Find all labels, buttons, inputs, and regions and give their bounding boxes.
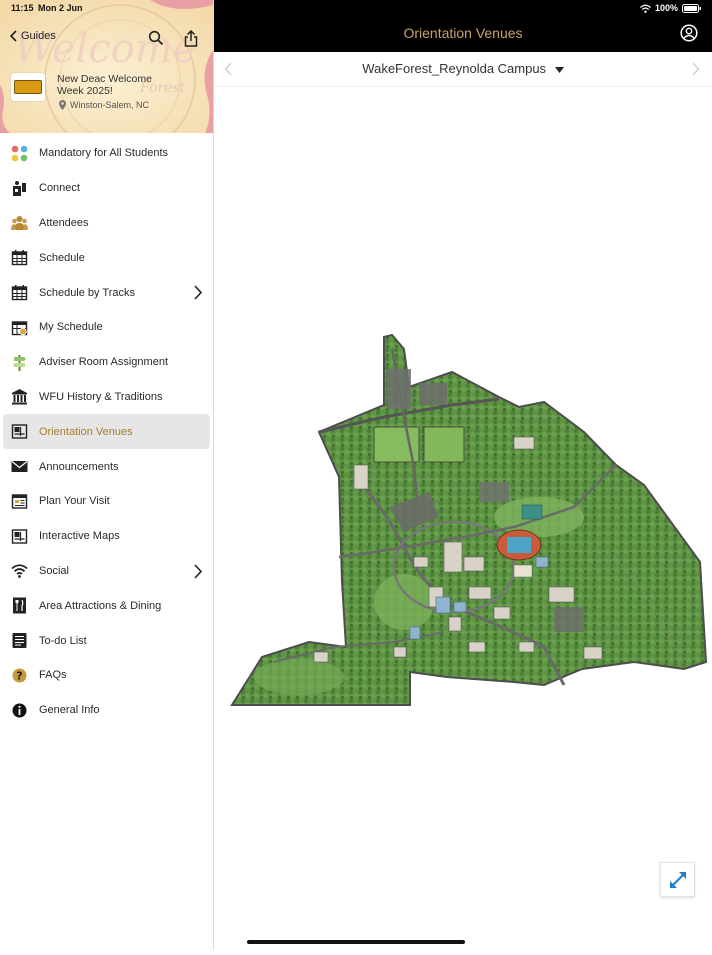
status-date: Mon 2 Jun bbox=[38, 3, 83, 13]
menu-item-label: Interactive Maps bbox=[39, 530, 120, 543]
building-icon bbox=[11, 388, 28, 405]
dots-icon bbox=[11, 145, 28, 162]
menu-item-connect[interactable]: Connect bbox=[0, 171, 213, 206]
dropdown-triangle-icon bbox=[554, 66, 564, 73]
wifi-status-icon bbox=[640, 4, 651, 13]
menu-item-mandatory[interactable]: Mandatory for All Students bbox=[0, 136, 213, 171]
battery-icon bbox=[682, 3, 701, 13]
map-view[interactable] bbox=[214, 87, 712, 950]
campus-dropdown[interactable]: WakeForest_Reynolda Campus bbox=[214, 61, 712, 76]
expand-icon bbox=[669, 871, 686, 888]
menu-item-label: General Info bbox=[39, 704, 100, 717]
question-icon: ? bbox=[11, 667, 28, 684]
menu-item-social[interactable]: Social bbox=[0, 554, 213, 589]
campus-map[interactable] bbox=[214, 87, 712, 950]
menu-item-orientation-venues[interactable]: Orientation Venues bbox=[3, 414, 210, 450]
campus-dropdown-value: WakeForest_Reynolda Campus bbox=[362, 61, 547, 76]
guide-banner: Welcome Forest 11:15 Mon 2 Jun Guides Ne… bbox=[0, 0, 213, 133]
search-button[interactable] bbox=[148, 30, 164, 51]
people-icon bbox=[11, 214, 28, 231]
status-indicators: 100% bbox=[640, 3, 702, 13]
menu-item-label: Adviser Room Assignment bbox=[39, 356, 168, 369]
menu-item-label: Mandatory for All Students bbox=[39, 147, 169, 160]
menu-item-label: Schedule by Tracks bbox=[39, 286, 135, 299]
calendar-icon bbox=[11, 249, 28, 266]
menu-item-label: Schedule bbox=[39, 251, 85, 264]
guide-menu: Mandatory for All Students Connect Atten… bbox=[0, 136, 213, 728]
menu-item-label: Area Attractions & Dining bbox=[39, 599, 162, 612]
menu-item-label: Social bbox=[39, 564, 69, 577]
chevron-right-icon bbox=[194, 285, 202, 300]
menu-item-adviser-room[interactable]: Adviser Room Assignment bbox=[0, 345, 213, 380]
menu-item-label: Announcements bbox=[39, 460, 119, 473]
signpost-icon bbox=[11, 354, 28, 371]
campus-selector-bar: WakeForest_Reynolda Campus bbox=[214, 52, 712, 87]
envelope-icon bbox=[11, 458, 28, 475]
menu-item-label: FAQs bbox=[39, 669, 67, 682]
chevron-right-icon bbox=[194, 564, 202, 579]
menu-item-schedule-by-tracks[interactable]: Schedule by Tracks bbox=[0, 275, 213, 310]
menu-item-general-info[interactable]: General Info bbox=[0, 693, 213, 728]
menu-item-announcements[interactable]: Announcements bbox=[0, 449, 213, 484]
list-icon bbox=[11, 632, 28, 649]
menu-item-schedule[interactable]: Schedule bbox=[0, 240, 213, 275]
event-location: Winston-Salem, NC bbox=[59, 100, 149, 110]
sidebar: Welcome Forest 11:15 Mon 2 Jun Guides Ne… bbox=[0, 0, 214, 950]
home-indicator[interactable] bbox=[247, 940, 465, 944]
info-icon bbox=[11, 702, 28, 719]
next-map-arrow-icon[interactable] bbox=[692, 62, 700, 76]
menu-item-area-attractions[interactable]: Area Attractions & Dining bbox=[0, 588, 213, 623]
menu-item-label: Attendees bbox=[39, 216, 89, 229]
guides-back-button[interactable]: Guides bbox=[9, 30, 56, 42]
svg-text:?: ? bbox=[16, 669, 22, 682]
calendar-icon bbox=[11, 284, 28, 301]
banner-artwork: Welcome Forest bbox=[0, 0, 213, 133]
page-title: Orientation Venues bbox=[403, 25, 523, 41]
status-time: 11:15 bbox=[11, 3, 34, 13]
my-calendar-icon bbox=[11, 319, 28, 336]
search-icon bbox=[148, 30, 164, 46]
fullscreen-button[interactable] bbox=[660, 862, 695, 897]
map-icon bbox=[11, 528, 28, 545]
menu-item-label: WFU History & Traditions bbox=[39, 390, 163, 403]
user-circle-icon bbox=[680, 24, 698, 42]
share-button[interactable] bbox=[183, 29, 199, 52]
menu-item-label: To-do List bbox=[39, 634, 87, 647]
menu-item-todo-list[interactable]: To-do List bbox=[0, 623, 213, 658]
wifi-icon bbox=[11, 562, 28, 579]
profile-button[interactable] bbox=[680, 24, 698, 47]
menu-item-label: Connect bbox=[39, 182, 80, 195]
event-title: New Deac Welcome Week 2025! bbox=[57, 73, 152, 97]
menu-item-label: Orientation Venues bbox=[39, 425, 133, 438]
menu-item-label: My Schedule bbox=[39, 321, 103, 334]
event-logo bbox=[11, 73, 45, 101]
location-pin-icon bbox=[59, 100, 66, 110]
menu-item-attendees[interactable]: Attendees bbox=[0, 206, 213, 241]
share-icon bbox=[184, 29, 198, 47]
guides-back-label: Guides bbox=[21, 30, 56, 42]
menu-item-interactive-maps[interactable]: Interactive Maps bbox=[0, 519, 213, 554]
menu-item-label: Plan Your Visit bbox=[39, 495, 110, 508]
browser-icon bbox=[11, 493, 28, 510]
event-location-text: Winston-Salem, NC bbox=[70, 100, 150, 110]
chevron-left-icon bbox=[9, 30, 17, 42]
menu-item-faqs[interactable]: ? FAQs bbox=[0, 658, 213, 693]
menu-item-plan-your-visit[interactable]: Plan Your Visit bbox=[0, 484, 213, 519]
menu-item-my-schedule[interactable]: My Schedule bbox=[0, 310, 213, 345]
dining-icon bbox=[11, 597, 28, 614]
map-icon bbox=[11, 423, 28, 440]
navigation-bar: 100% Orientation Venues bbox=[214, 0, 712, 52]
connect-icon bbox=[11, 180, 28, 197]
battery-percent: 100% bbox=[654, 3, 678, 13]
menu-item-history-traditions[interactable]: WFU History & Traditions bbox=[0, 380, 213, 415]
